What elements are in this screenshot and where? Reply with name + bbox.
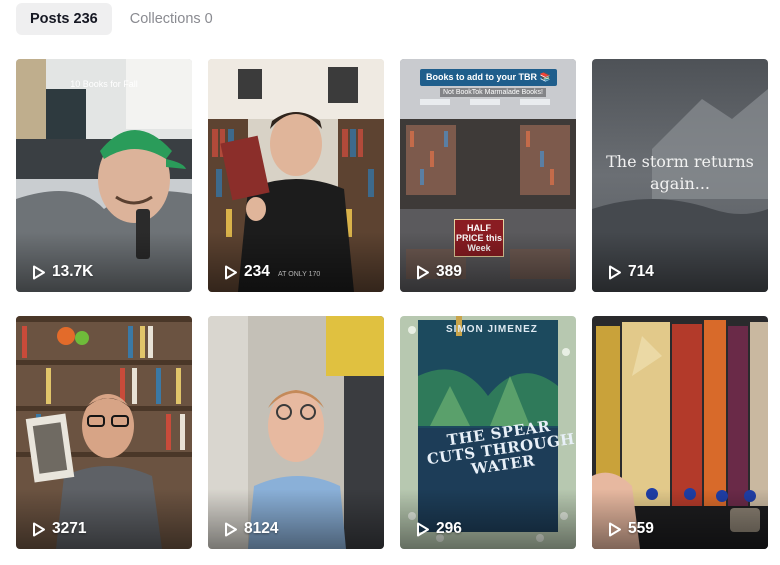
view-count-label: 714 xyxy=(628,263,654,280)
play-icon xyxy=(609,265,621,279)
thumbnail-shade xyxy=(592,489,768,549)
video-tile[interactable]: Books to add to your TBR 📚 Not BookTok M… xyxy=(400,59,576,292)
view-count: 296 xyxy=(416,520,462,538)
profile-tabs: Posts 236 Collections 0 xyxy=(16,3,227,35)
view-count-label: 3271 xyxy=(52,520,87,537)
play-icon xyxy=(609,522,621,536)
video-tile[interactable]: 3271 xyxy=(16,316,192,549)
play-icon xyxy=(225,265,237,279)
thumbnail-shade xyxy=(16,232,192,292)
view-count: 13.7K xyxy=(32,263,93,281)
view-count: 234 xyxy=(224,263,270,281)
video-subcaption: Not BookTok Marmalade Books! xyxy=(440,88,546,97)
thumbnail-shade xyxy=(592,232,768,292)
view-count: 559 xyxy=(608,520,654,538)
thumbnail-shade xyxy=(208,489,384,549)
thumbnail-shade xyxy=(400,232,576,292)
view-count: 3271 xyxy=(32,520,86,538)
play-icon xyxy=(225,522,237,536)
tab-collections[interactable]: Collections 0 xyxy=(116,3,227,35)
video-tile[interactable]: 559 xyxy=(592,316,768,549)
view-count-label: 559 xyxy=(628,520,654,537)
video-tile[interactable]: SIMON JIMENEZ THE SPEAR CUTS THROUGH WAT… xyxy=(400,316,576,549)
play-icon xyxy=(417,265,429,279)
video-grid: 10 Books for Fall 13.7K AT ONLY 17 xyxy=(16,59,768,549)
view-count: 389 xyxy=(416,263,462,281)
video-caption: The storm returns again... xyxy=(606,152,754,194)
thumbnail-shade xyxy=(208,232,384,292)
view-count-label: 8124 xyxy=(244,520,279,537)
view-count: 714 xyxy=(608,263,654,281)
book-author: SIMON JIMENEZ xyxy=(446,324,538,335)
video-tile[interactable]: 8124 xyxy=(208,316,384,549)
video-caption: 10 Books for Fall xyxy=(70,79,138,89)
play-icon xyxy=(33,265,45,279)
video-caption: Books to add to your TBR 📚 xyxy=(420,69,557,86)
view-count-label: 13.7K xyxy=(52,263,94,280)
video-tile[interactable]: The storm returns again... 714 xyxy=(592,59,768,292)
thumbnail-shade xyxy=(16,489,192,549)
play-icon xyxy=(417,522,429,536)
tab-posts[interactable]: Posts 236 xyxy=(16,3,112,35)
view-count-label: 234 xyxy=(244,263,270,280)
play-icon xyxy=(33,522,45,536)
view-count: 8124 xyxy=(224,520,278,538)
video-tile[interactable]: 10 Books for Fall 13.7K xyxy=(16,59,192,292)
view-count-label: 296 xyxy=(436,520,462,537)
view-count-label: 389 xyxy=(436,263,462,280)
video-tile[interactable]: AT ONLY 170 234 xyxy=(208,59,384,292)
thumbnail-shade xyxy=(400,489,576,549)
